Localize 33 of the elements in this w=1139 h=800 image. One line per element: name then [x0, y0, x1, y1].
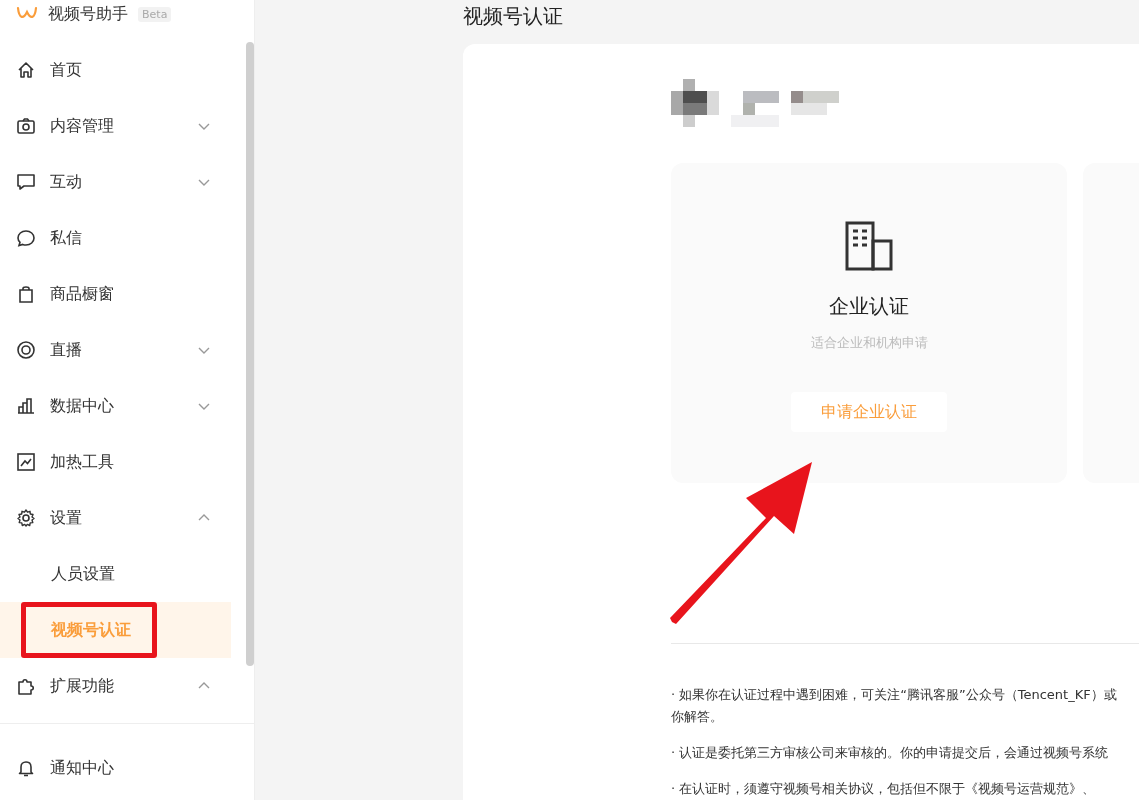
note-text: · 如果你在认证过程中遇到困难，可关注“腾讯客服”公众号（Tencent_KF）或 你解答。: [671, 686, 1118, 726]
chat-bubble-icon: [16, 228, 36, 248]
bar-chart-icon: [16, 396, 36, 416]
sidebar-item[interactable]: 首页: [0, 42, 231, 98]
sidebar-item[interactable]: 商品橱窗: [0, 266, 231, 322]
app-title: 视频号助手: [48, 3, 128, 25]
target-icon: [16, 340, 36, 360]
scrollbar[interactable]: [246, 42, 254, 666]
card-title: 企业认证: [829, 293, 909, 320]
sidebar-item[interactable]: 通知中心: [0, 740, 231, 796]
sidebar-item[interactable]: 人员设置: [0, 546, 231, 602]
sidebar-item[interactable]: 加热工具: [0, 434, 231, 490]
puzzle-icon: [16, 676, 36, 696]
sidebar-item[interactable]: 内容管理: [0, 98, 231, 154]
page-title: 视频号认证: [463, 3, 564, 30]
bell-icon: [16, 758, 36, 778]
card-description: 适合企业和机构申请: [810, 334, 928, 352]
trend-chart-icon: [16, 452, 36, 472]
note-text: · 认证是委托第三方审核公司来审核的。你的申请提交后，会通过视频号系统: [671, 744, 1110, 762]
sidebar-item[interactable]: 互动: [0, 154, 231, 210]
building-icon: [845, 221, 893, 271]
camera-icon: [16, 116, 36, 136]
beta-badge: Beta: [138, 6, 172, 22]
settings-icon: [16, 508, 36, 528]
shopping-bag-icon: [16, 284, 36, 304]
note-text: · 在认证时，须遵守视频号相关协议，包括但不限于《视频号运营规范》、: [671, 780, 1097, 798]
sidebar-item[interactable]: 设置: [0, 490, 231, 546]
sidebar-item[interactable]: 数据中心: [0, 378, 231, 434]
sidebar-item[interactable]: 直播: [0, 322, 231, 378]
sidebar-item[interactable]: 私信: [0, 210, 231, 266]
home-icon: [16, 60, 36, 80]
sidebar-item[interactable]: 扩展功能: [0, 658, 231, 714]
chat-icon: [16, 172, 36, 192]
